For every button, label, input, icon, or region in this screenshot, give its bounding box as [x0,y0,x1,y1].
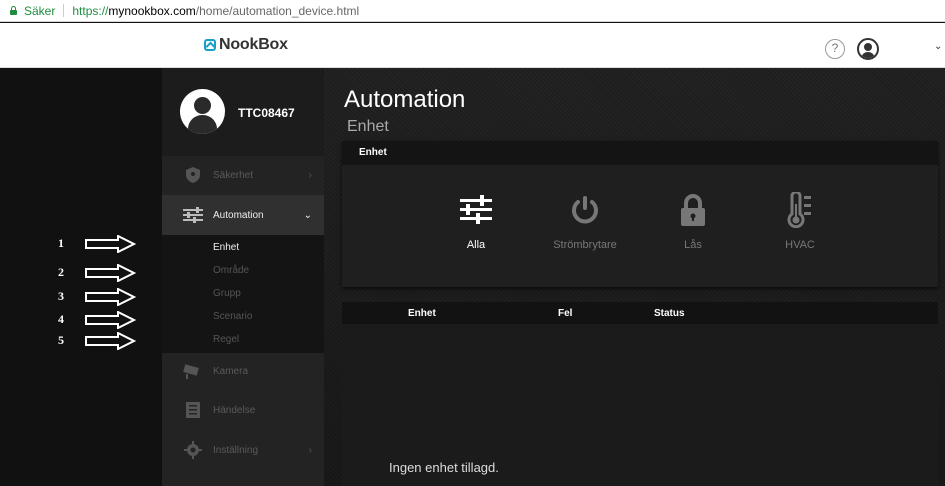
chevron-right-icon: › [308,169,312,181]
lock-icon [653,191,733,229]
gear-icon [182,441,204,459]
column-header-status[interactable]: Status [654,308,685,319]
annotation-row: 5 [58,332,137,350]
username: TTC08467 [238,106,295,120]
submenu-item-regel[interactable]: Regel [213,334,239,345]
sidebar-item-kamera[interactable]: Kamera [162,351,324,391]
lock-icon [9,6,18,15]
sidebar: TTC08467 Säkerhet › Automation ⌄ Enhet O… [162,68,324,486]
sidebar-item-handelse[interactable]: Händelse [162,390,324,430]
account-dropdown-chevron-icon[interactable]: ⌄ [934,41,942,52]
url-path[interactable]: /home/automation_device.html [196,4,359,18]
annotation-number: 1 [58,235,64,250]
category-strombrytare[interactable]: Strömbrytare [545,191,625,251]
submenu-item-enhet[interactable]: Enhet [213,242,239,253]
annotation-row: 3 [58,288,137,306]
right-arrow-icon [78,332,137,350]
annotation-row: 1 [58,235,137,253]
main-content: Automation Enhet Enhet Alla Strömbrytare… [324,68,945,486]
avatar[interactable] [180,89,225,134]
secure-label: Säker [24,3,56,18]
right-arrow-icon [78,288,137,306]
power-icon [545,191,625,229]
list-icon [182,401,204,419]
device-category-panel: Enhet Alla Strömbrytare Lås HVAC [342,141,938,287]
right-arrow-icon [78,235,137,253]
sidebar-item-automation[interactable]: Automation ⌄ [162,195,324,235]
url-scheme[interactable]: https:// [72,4,108,18]
category-las[interactable]: Lås [653,191,733,251]
column-header-enhet[interactable]: Enhet [408,308,436,319]
sidebar-item-label: Säkerhet [213,169,254,181]
sidebar-item-label: Inställning [213,444,259,456]
top-header: NookBox ? ⌄ [0,23,945,68]
table-header: Enhet Fel Status [342,302,938,324]
sidebar-item-label: Händelse [213,404,256,416]
annotation-area: 1 2 3 4 5 [0,68,162,486]
category-label: Alla [466,239,486,251]
chevron-right-icon: › [308,444,312,456]
submenu-item-grupp[interactable]: Grupp [213,288,241,299]
category-hvac[interactable]: HVAC [760,191,840,251]
sidebar-item-installning[interactable]: Inställning › [162,430,324,470]
right-arrow-icon [78,311,137,329]
category-label: Strömbrytare [553,239,617,251]
browser-address-bar[interactable]: Säker https://mynookbox.com/home/automat… [0,0,945,22]
category-label: Lås [684,239,702,251]
sidebar-item-label: Kamera [213,365,249,377]
chevron-down-icon: ⌄ [303,209,312,221]
user-account-icon[interactable] [857,38,879,60]
annotation-number: 5 [58,332,64,347]
panel-header: Enhet [342,141,938,165]
column-header-fel[interactable]: Fel [558,308,572,319]
annotation-number: 4 [58,311,64,326]
right-arrow-icon [78,264,137,282]
page-title: Automation [344,86,466,113]
automation-submenu: Enhet Område Grupp Scenario Regel [162,235,324,353]
sidebar-item-label: Automation [213,209,264,221]
empty-state-message: Ingen enhet tillagd. [389,460,499,475]
logo-house-icon [204,39,216,51]
device-table: Enhet Fel Status Ingen enhet tillagd. [342,302,938,486]
divider [63,4,65,17]
url-host[interactable]: mynookbox.com [108,4,195,18]
sidebar-item-sakerhet[interactable]: Säkerhet › [162,155,324,195]
shield-icon [182,166,204,184]
sliders-icon [436,191,516,229]
nookbox-logo[interactable]: NookBox [204,36,288,54]
profile-section: TTC08467 [162,68,324,156]
sliders-icon [182,206,204,224]
category-alla[interactable]: Alla [436,191,516,251]
camera-icon [182,362,204,380]
category-label: HVAC [785,239,815,251]
logo-text: NookBox [219,36,288,53]
annotation-number: 2 [58,264,64,279]
help-button[interactable]: ? [825,39,845,59]
submenu-item-scenario[interactable]: Scenario [213,311,252,322]
page-subtitle: Enhet [347,118,389,135]
thermometer-icon [760,191,840,229]
submenu-item-omrade[interactable]: Område [213,265,249,276]
annotation-row: 4 [58,311,137,329]
annotation-row: 2 [58,264,137,282]
annotation-number: 3 [58,288,64,303]
